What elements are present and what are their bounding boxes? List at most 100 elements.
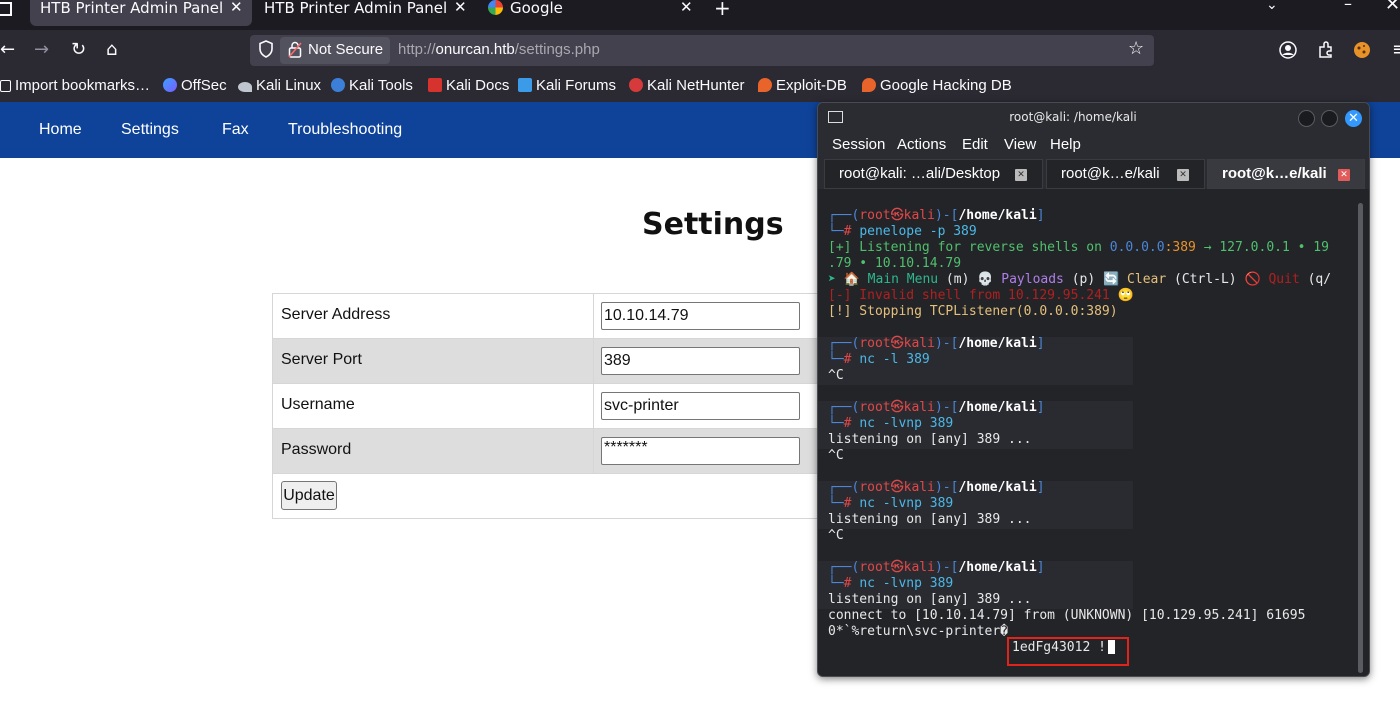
server-port-label: Server Port <box>281 351 362 368</box>
url-text[interactable]: http://onurcan.htb/settings.php <box>398 41 600 58</box>
terminal-window[interactable]: root@kali: /home/kali ✕ Session Actions … <box>817 102 1370 677</box>
prompt-line: ┌──(root㉿kali)-[/home/kali] <box>828 336 1045 351</box>
output-line: [+] Listening for reverse shells on 0.0.… <box>828 240 1329 255</box>
google-icon <box>488 0 503 15</box>
terminal-scrollbar[interactable] <box>1358 203 1363 673</box>
account-icon[interactable] <box>1278 40 1298 60</box>
minimize-button[interactable] <box>1298 110 1315 127</box>
browser-tab-bar: HTB Printer Admin Panel ✕ HTB Printer Ad… <box>0 0 1400 30</box>
close-icon[interactable]: ✕ <box>1338 169 1350 181</box>
bookmark-kali-nethunter[interactable]: Kali NetHunter <box>629 77 745 94</box>
row-divider <box>273 383 833 384</box>
maximize-button[interactable] <box>1321 110 1338 127</box>
terminal-title: root@kali: /home/kali <box>1009 110 1137 124</box>
terminal-tab-desktop[interactable]: root@kali: …ali/Desktop ✕ <box>824 159 1043 189</box>
output-line: ➤ 🏠 Main Menu (m) 💀 Payloads (p) 🔄 Clear… <box>828 272 1332 287</box>
bookmark-star-icon[interactable]: ☆ <box>1128 38 1144 59</box>
command-line: └─# nc -lvnp 389 <box>828 576 954 591</box>
chevron-down-icon[interactable]: ⌄ <box>1266 0 1278 13</box>
output-line: ^C <box>828 368 844 383</box>
output-line: .79 • 10.10.14.79 <box>828 256 962 271</box>
terminal-tab-kali-3[interactable]: root@k…e/kali ✕ <box>1207 159 1365 189</box>
nav-fax[interactable]: Fax <box>222 121 249 139</box>
row-divider <box>273 473 833 474</box>
command-line: └─# nc -lvnp 389 <box>828 496 954 511</box>
menu-edit[interactable]: Edit <box>962 136 988 153</box>
nav-settings[interactable]: Settings <box>121 121 179 139</box>
kali-forums-icon <box>518 78 532 92</box>
terminal-cursor <box>1108 640 1115 654</box>
menu-view[interactable]: View <box>1004 136 1036 153</box>
username-label: Username <box>281 396 355 413</box>
close-icon[interactable]: ✕ <box>1177 169 1189 181</box>
shield-icon[interactable] <box>258 40 274 58</box>
offsec-icon <box>163 78 177 92</box>
security-label: Not Secure <box>308 41 384 58</box>
terminal-tab-kali-2[interactable]: root@k…e/kali ✕ <box>1046 159 1205 189</box>
bookmark-import[interactable]: Import bookmarks… <box>0 77 150 94</box>
minimize-icon[interactable]: – <box>1344 0 1352 13</box>
prompt-line: ┌──(root㉿kali)-[/home/kali] <box>828 208 1045 223</box>
output-line: listening on [any] 389 ... <box>828 432 1032 447</box>
new-tab-icon[interactable]: + <box>714 0 731 20</box>
kali-tools-icon <box>331 78 345 92</box>
output-line: listening on [any] 389 ... <box>828 512 1032 527</box>
back-icon[interactable]: ← <box>0 36 15 64</box>
reload-icon[interactable]: ↻ <box>71 36 86 64</box>
close-window-icon[interactable]: ✕ <box>1385 0 1400 15</box>
captured-password: 1edFg43012 !! <box>1012 640 1114 655</box>
bookmark-exploit-db[interactable]: Exploit-DB <box>758 77 847 94</box>
update-button[interactable]: Update <box>281 481 337 510</box>
close-icon[interactable]: ✕ <box>1015 169 1027 181</box>
terminal-titlebar[interactable]: root@kali: /home/kali ✕ <box>818 103 1369 131</box>
server-address-label: Server Address <box>281 306 391 323</box>
nav-home[interactable]: Home <box>39 121 82 139</box>
command-line: └─# penelope -p 389 <box>828 224 977 239</box>
extensions-icon[interactable] <box>1315 40 1335 60</box>
tab-htb-admin-1[interactable]: HTB Printer Admin Panel ✕ <box>30 0 252 26</box>
close-icon[interactable]: ✕ <box>454 0 467 15</box>
password-label: Password <box>281 441 352 458</box>
output-line: ^C <box>828 528 844 543</box>
bookmark-offsec[interactable]: OffSec <box>163 77 227 94</box>
kali-icon <box>238 82 252 92</box>
tab-label: HTB Printer Admin Panel <box>40 0 224 17</box>
password-input[interactable]: ******* <box>601 437 800 465</box>
close-button[interactable]: ✕ <box>1345 110 1362 127</box>
ghdb-icon <box>862 78 876 92</box>
close-icon[interactable]: ✕ <box>230 0 243 15</box>
nav-troubleshooting[interactable]: Troubleshooting <box>288 121 402 139</box>
tab-google[interactable]: Google ✕ <box>488 0 710 22</box>
bookmark-kali-linux[interactable]: Kali Linux <box>238 77 321 94</box>
terminal-menubar: Session Actions Edit View Help <box>818 131 1369 159</box>
row-divider <box>273 428 833 429</box>
output-line: listening on [any] 389 ... <box>828 592 1032 607</box>
output-line: ^C <box>828 448 844 463</box>
menu-help[interactable]: Help <box>1050 136 1081 153</box>
close-icon[interactable]: ✕ <box>680 0 693 15</box>
bookmark-kali-tools[interactable]: Kali Tools <box>331 77 413 94</box>
tab-label: HTB Printer Admin Panel <box>264 0 448 17</box>
username-input[interactable]: svc-printer <box>601 392 800 420</box>
prompt-line: ┌──(root㉿kali)-[/home/kali] <box>828 560 1045 575</box>
cookie-extension-icon[interactable] <box>1352 40 1372 60</box>
bookmark-kali-docs[interactable]: Kali Docs <box>428 77 509 94</box>
exploitdb-icon <box>758 78 772 92</box>
column-divider <box>593 294 594 473</box>
unlocked-icon <box>288 41 302 58</box>
prompt-line: ┌──(root㉿kali)-[/home/kali] <box>828 400 1045 415</box>
tab-htb-admin-2[interactable]: HTB Printer Admin Panel ✕ <box>254 0 476 22</box>
firefox-view-icon[interactable] <box>0 2 12 16</box>
forward-icon[interactable]: → <box>34 36 49 64</box>
home-icon[interactable]: ⌂ <box>106 36 117 64</box>
command-line: └─# nc -lvnp 389 <box>828 416 954 431</box>
bookmark-google-hacking-db[interactable]: Google Hacking DB <box>862 77 1012 94</box>
server-address-input[interactable]: 10.10.14.79 <box>601 302 800 330</box>
bookmark-kali-forums[interactable]: Kali Forums <box>518 77 616 94</box>
nethunter-icon <box>629 78 643 92</box>
server-port-input[interactable]: 389 <box>601 347 800 375</box>
tab-label: Google <box>510 0 563 17</box>
menu-session[interactable]: Session <box>832 136 885 153</box>
menu-actions[interactable]: Actions <box>897 136 946 153</box>
menu-icon[interactable]: ≡ <box>1392 36 1400 64</box>
